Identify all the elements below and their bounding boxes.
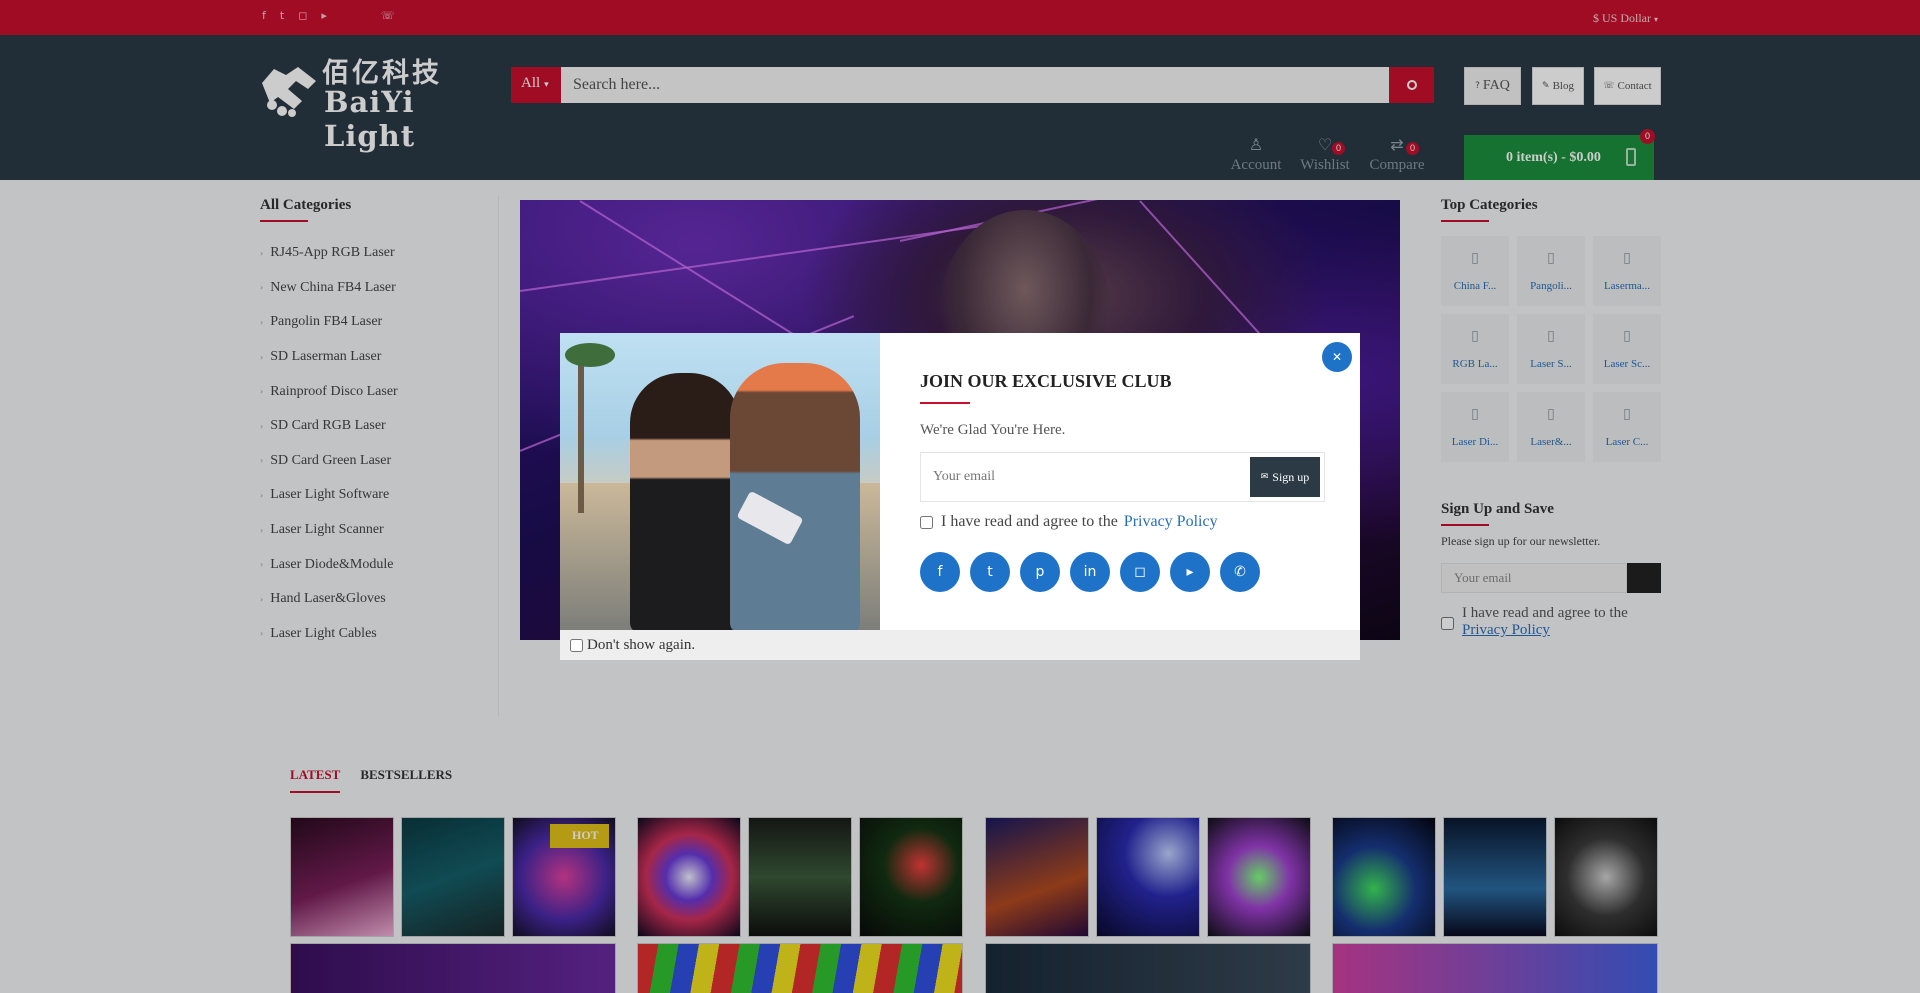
popup-social-links: f t p in ◻ ▸ ✆ [920,552,1325,592]
person-left [630,373,740,630]
facebook-icon[interactable]: f [920,552,960,592]
popup-email-form: ✉Sign up [920,452,1325,502]
whatsapp-icon[interactable]: ✆ [1220,552,1260,592]
newsletter-popup: ✕ JOIN OUR EXCLUSIVE CLUB We're Glad You… [560,333,1360,660]
popup-agree-checkbox[interactable] [920,515,933,529]
popup-photo [560,333,880,630]
popup-privacy-policy-link[interactable]: Privacy Policy [1124,513,1218,531]
popup-subtitle: We're Glad You're Here. [920,422,1066,438]
close-icon: ✕ [1331,350,1343,364]
close-button[interactable]: ✕ [1322,342,1352,372]
envelope-icon: ✉ [1260,472,1269,482]
youtube-icon[interactable]: ▸ [1170,552,1210,592]
popup-body: JOIN OUR EXCLUSIVE CLUB We're Glad You'r… [920,371,1325,592]
twitter-icon[interactable]: t [970,552,1010,592]
signup-button[interactable]: ✉ Sign up [1250,457,1320,497]
instagram-icon[interactable]: ◻ [1120,552,1160,592]
popup-agree: I have read and agree to the Privacy Pol… [920,513,1325,531]
pinterest-icon[interactable]: p [1020,552,1060,592]
popup-title: JOIN OUR EXCLUSIVE CLUB [920,371,1172,391]
title-underline [920,402,970,404]
linkedin-icon[interactable]: in [1070,552,1110,592]
popup-footer: Don't show again. [560,630,1360,660]
dont-show-checkbox[interactable] [570,638,583,652]
popup-email-input[interactable] [933,469,1250,485]
